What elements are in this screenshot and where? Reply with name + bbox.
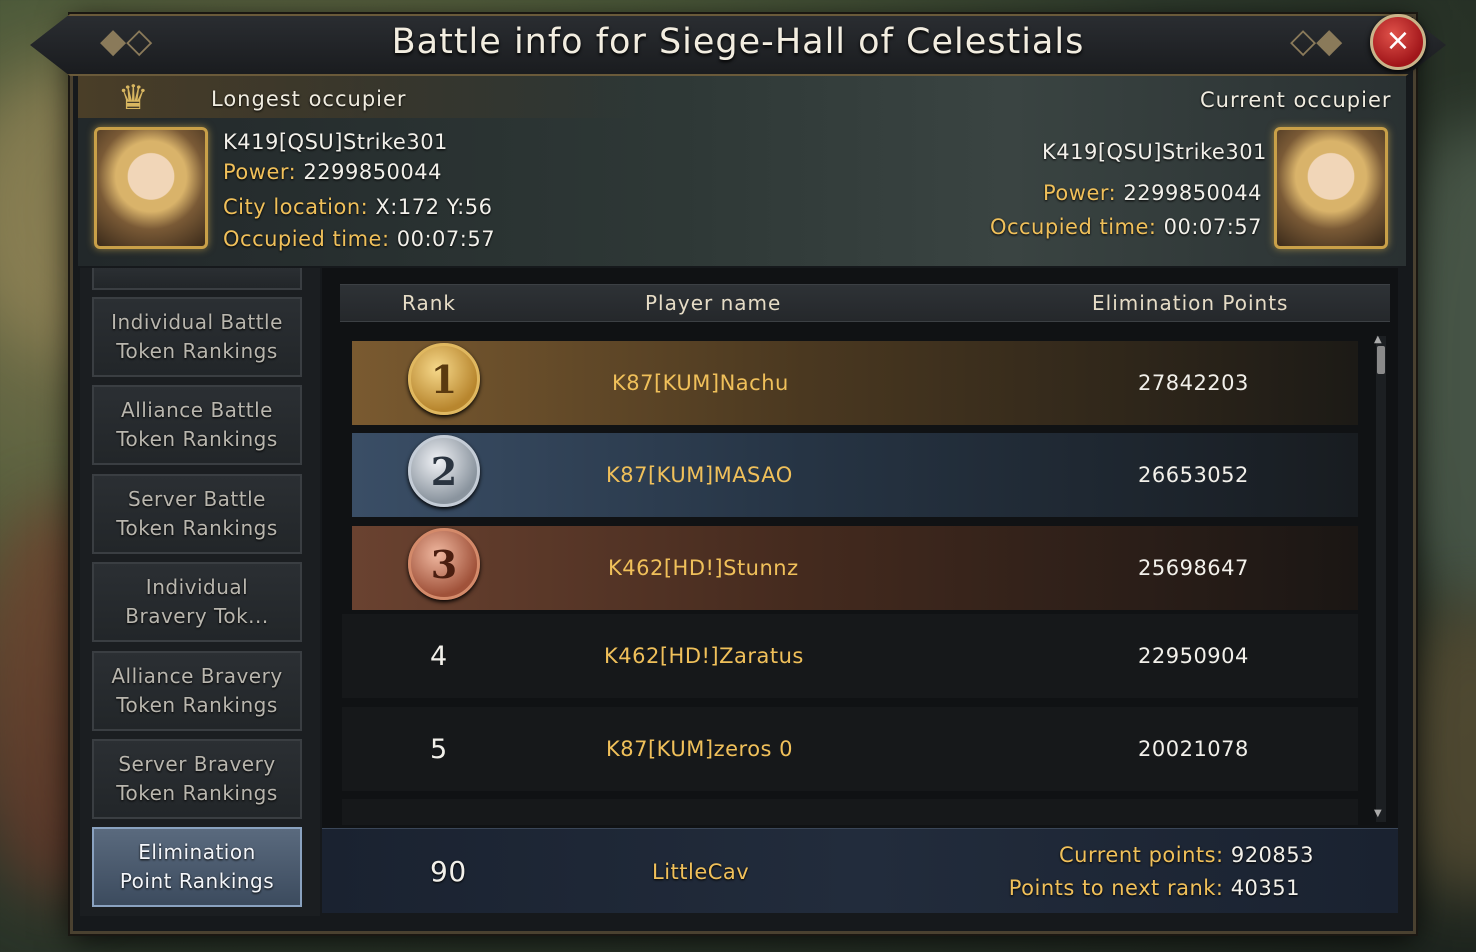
table-header: Rank Player name Elimination Points — [340, 284, 1390, 322]
title-bar: Battle info for Siege-Hall of Celestials — [30, 14, 1446, 76]
header-elimination-points: Elimination Points — [1092, 291, 1289, 315]
elimination-points: 27842203 — [1138, 371, 1249, 395]
rank-number: 4 — [430, 640, 448, 672]
elimination-points: 22950904 — [1138, 644, 1249, 668]
current-occupier-label: Current occupier — [1200, 88, 1392, 112]
sidebar-item-elimination-point-rankings[interactable]: Elimination Point Rankings — [92, 827, 302, 907]
player-name: K87[KUM]zeros 0 — [606, 737, 794, 761]
header-player-name: Player name — [645, 291, 782, 315]
my-player-name: LittleCav — [652, 860, 750, 884]
longest-occupier-time: Occupied time: 00:07:57 — [223, 227, 496, 251]
gold-medal-icon: 1 — [408, 343, 480, 415]
table-row[interactable]: 5 K87[KUM]zeros 0 20021078 — [342, 707, 1358, 791]
scroll-up-icon[interactable]: ▲ — [1374, 334, 1382, 345]
current-occupier-time: Occupied time: 00:07:57 — [989, 215, 1262, 239]
longest-occupier-name: K419[QSU]Strike301 — [223, 130, 448, 154]
my-rank-number: 90 — [430, 855, 467, 888]
sidebar-item-server-battle-token[interactable]: Server Battle Token Rankings — [92, 474, 302, 554]
table-row[interactable]: 3 K462[HD!]Stunnz 25698647 — [352, 526, 1358, 610]
elimination-points: 26653052 — [1138, 463, 1249, 487]
player-name: K87[KUM]MASAO — [606, 463, 793, 487]
scrollbar-thumb[interactable] — [1377, 346, 1385, 374]
dialog-title: Battle info for Siege-Hall of Celestials — [391, 22, 1085, 62]
player-name: K87[KUM]Nachu — [612, 371, 789, 395]
player-name: K462[HD!]Zaratus — [604, 644, 804, 668]
longest-occupier-city[interactable]: City location: X:172 Y:56 — [223, 195, 492, 219]
table-row[interactable]: 1 K87[KUM]Nachu 27842203 — [352, 341, 1358, 425]
scrollbar[interactable] — [1376, 336, 1386, 822]
bronze-medal-icon: 3 — [408, 528, 480, 600]
sidebar-item-alliance-bravery-token[interactable]: Alliance Bravery Token Rankings — [92, 651, 302, 731]
longest-occupier-label: Longest occupier — [211, 87, 407, 111]
sidebar-item-hidden[interactable] — [92, 268, 302, 290]
scroll-down-icon[interactable]: ▼ — [1374, 808, 1382, 819]
silver-medal-icon: 2 — [408, 435, 480, 507]
close-button[interactable]: × — [1370, 14, 1426, 70]
right-ornament-icon: ◇◆ — [1290, 21, 1343, 61]
current-points: Current points: 920853 — [1059, 843, 1314, 867]
current-occupier-name: K419[QSU]Strike301 — [1042, 140, 1267, 164]
rank-number: 5 — [430, 733, 448, 765]
header-rank: Rank — [402, 291, 456, 315]
sidebar-item-alliance-battle-token[interactable]: Alliance Battle Token Rankings — [92, 385, 302, 465]
current-occupier-avatar[interactable] — [1274, 127, 1388, 249]
crown-icon: ♛ — [118, 78, 149, 118]
my-rank-bar: 90 LittleCav Current points: 920853 Poin… — [322, 828, 1398, 913]
table-row-partial — [342, 799, 1358, 825]
left-ornament-icon: ◆◇ — [100, 21, 153, 61]
table-row[interactable]: 4 K462[HD!]Zaratus 22950904 — [342, 614, 1358, 698]
sidebar-item-individual-bravery-token[interactable]: Individual Bravery Tok... — [92, 562, 302, 642]
sidebar-item-individual-battle-token[interactable]: Individual Battle Token Rankings — [92, 297, 302, 377]
longest-occupier-avatar[interactable] — [94, 127, 208, 249]
sidebar-item-server-bravery-token[interactable]: Server Bravery Token Rankings — [92, 739, 302, 819]
elimination-points: 20021078 — [1138, 737, 1249, 761]
longest-occupier-power: Power: 2299850044 — [223, 160, 442, 184]
points-to-next-rank: Points to next rank: 40351 — [1008, 876, 1300, 900]
table-row[interactable]: 2 K87[KUM]MASAO 26653052 — [352, 433, 1358, 517]
player-name: K462[HD!]Stunnz — [608, 556, 799, 580]
elimination-points: 25698647 — [1138, 556, 1249, 580]
close-icon: × — [1385, 23, 1411, 58]
current-occupier-power: Power: 2299850044 — [1043, 181, 1262, 205]
